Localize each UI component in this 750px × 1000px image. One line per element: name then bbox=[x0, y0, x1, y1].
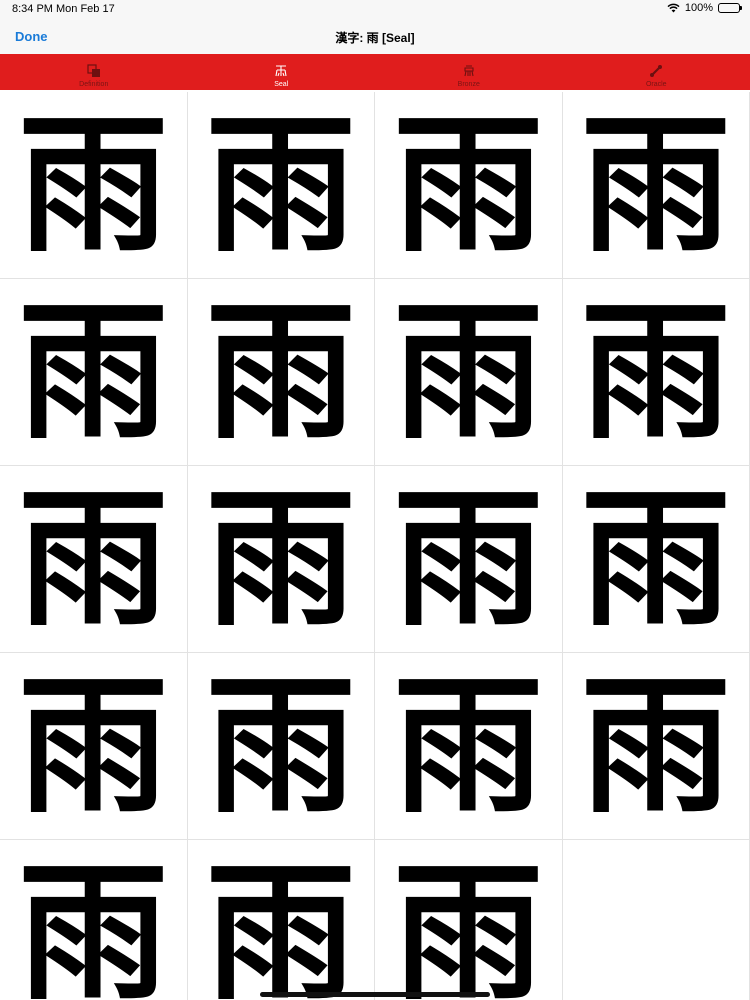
glyph-tile[interactable]: 雨 bbox=[562, 279, 750, 466]
tab-bar: Definition Seal Bronze Oracle bbox=[0, 54, 750, 93]
seal-glyph: 雨 bbox=[205, 845, 356, 1000]
battery-percent: 100% bbox=[684, 2, 713, 14]
tab-bronze[interactable]: Bronze bbox=[375, 54, 563, 90]
glyph-tile[interactable]: 雨 bbox=[187, 279, 375, 466]
seal-glyph: 雨 bbox=[393, 845, 544, 1000]
seal-glyph: 雨 bbox=[205, 471, 356, 647]
glyph-tile[interactable]: 雨 bbox=[187, 840, 375, 1000]
seal-glyph: 雨 bbox=[205, 658, 356, 834]
seal-glyph: 雨 bbox=[205, 97, 356, 273]
definition-icon bbox=[86, 63, 102, 79]
seal-glyph: 雨 bbox=[393, 471, 544, 647]
status-right: 100% bbox=[667, 2, 742, 14]
glyph-tile[interactable]: 雨 bbox=[0, 466, 188, 653]
glyph-tile[interactable]: 雨 bbox=[375, 840, 563, 1000]
glyph-tile[interactable]: 雨 bbox=[187, 466, 375, 653]
seal-glyph: 雨 bbox=[18, 97, 169, 273]
glyph-tile[interactable]: 雨 bbox=[375, 279, 563, 466]
tab-label: Seal bbox=[274, 81, 289, 88]
glyph-tile[interactable]: 雨 bbox=[0, 840, 188, 1000]
tab-label: Definition bbox=[79, 81, 109, 88]
glyph-tile[interactable]: 雨 bbox=[375, 653, 563, 840]
seal-glyph: 雨 bbox=[580, 284, 731, 460]
bronze-icon bbox=[461, 63, 477, 79]
seal-glyph: 雨 bbox=[205, 284, 356, 460]
glyph-tile[interactable]: 雨 bbox=[0, 279, 188, 466]
seal-glyph: 雨 bbox=[18, 658, 169, 834]
seal-glyph: 雨 bbox=[580, 97, 731, 273]
oracle-icon bbox=[648, 63, 664, 79]
seal-glyph: 雨 bbox=[580, 471, 731, 647]
seal-icon bbox=[273, 63, 289, 79]
navigation-bar: Done 漢字: 雨 [Seal] bbox=[0, 20, 750, 54]
tab-label: Oracle bbox=[645, 81, 667, 88]
seal-glyph: 雨 bbox=[393, 97, 544, 273]
seal-glyph-grid: 雨 雨 雨 雨 雨 雨 雨 雨 雨 雨 雨 雨 雨 雨 雨 雨 雨 雨 雨 bbox=[0, 92, 750, 1000]
empty-tile bbox=[562, 840, 750, 1000]
page-title: 漢字: 雨 [Seal] bbox=[335, 31, 415, 45]
seal-glyph: 雨 bbox=[18, 471, 169, 647]
home-indicator[interactable] bbox=[260, 992, 490, 997]
glyph-tile[interactable]: 雨 bbox=[562, 466, 750, 653]
seal-glyph: 雨 bbox=[393, 658, 544, 834]
tab-label: Bronze bbox=[457, 81, 480, 88]
glyph-tile[interactable]: 雨 bbox=[0, 92, 188, 279]
status-bar: 8:34 PM Mon Feb 17 100% bbox=[0, 0, 750, 20]
glyph-tile[interactable]: 雨 bbox=[187, 653, 375, 840]
glyph-tile[interactable]: 雨 bbox=[187, 92, 375, 279]
seal-glyph: 雨 bbox=[393, 284, 544, 460]
seal-glyph: 雨 bbox=[18, 845, 169, 1000]
status-date: Mon Feb 17 bbox=[56, 3, 115, 15]
tab-definition[interactable]: Definition bbox=[0, 54, 188, 90]
seal-glyph: 雨 bbox=[18, 284, 169, 460]
glyph-tile[interactable]: 雨 bbox=[562, 653, 750, 840]
tab-oracle[interactable]: Oracle bbox=[563, 54, 750, 90]
battery-icon bbox=[718, 3, 742, 13]
wifi-icon bbox=[667, 3, 680, 13]
glyph-tile[interactable]: 雨 bbox=[375, 466, 563, 653]
status-time: 8:34 PM bbox=[12, 3, 53, 15]
glyph-tile[interactable]: 雨 bbox=[375, 92, 563, 279]
tab-seal[interactable]: Seal bbox=[187, 54, 376, 93]
seal-glyph: 雨 bbox=[580, 658, 731, 834]
glyph-tile[interactable]: 雨 bbox=[0, 653, 188, 840]
glyph-tile[interactable]: 雨 bbox=[562, 92, 750, 279]
